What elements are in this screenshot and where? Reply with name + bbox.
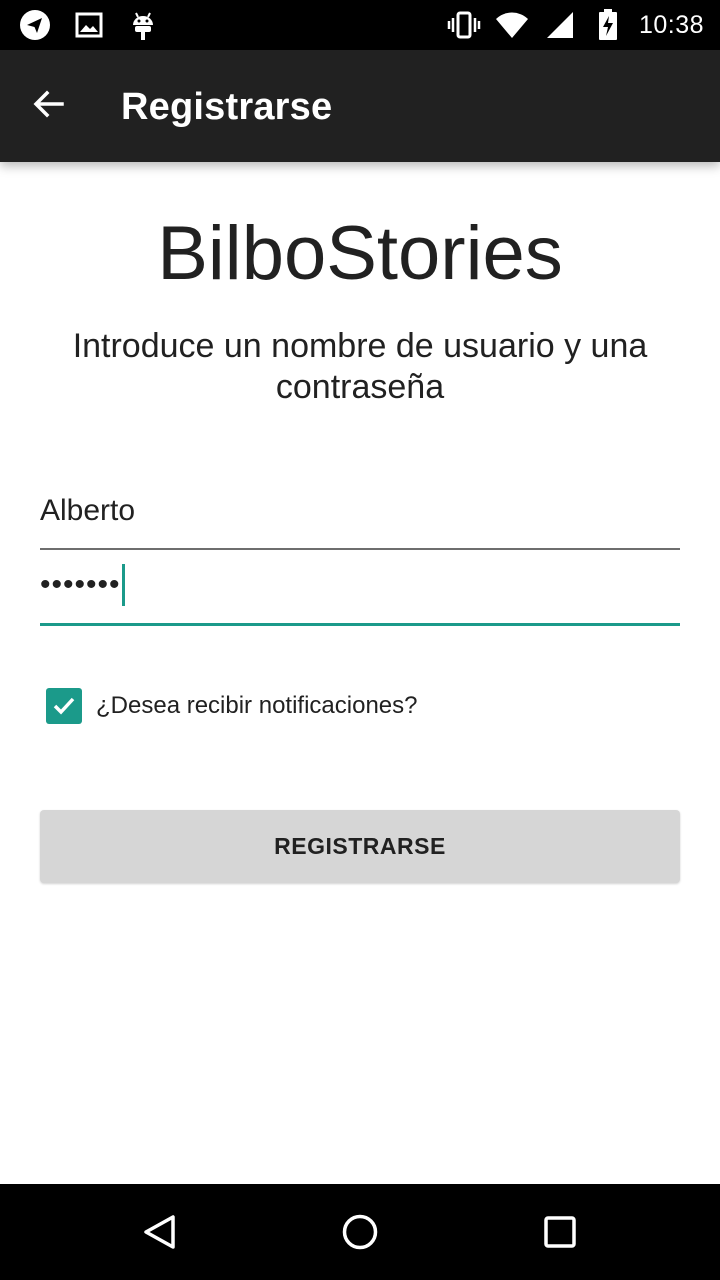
telegram-icon bbox=[18, 8, 52, 42]
nav-home-icon bbox=[342, 1214, 378, 1250]
notifications-label: ¿Desea recibir notificaciones? bbox=[96, 692, 418, 719]
password-value-wrap: ••••••• bbox=[40, 564, 125, 606]
nav-back-button[interactable] bbox=[136, 1208, 184, 1256]
status-time: 10:38 bbox=[638, 10, 704, 39]
wifi-icon bbox=[495, 8, 529, 42]
app-bar: Registrarse bbox=[0, 50, 720, 162]
battery-charging-icon bbox=[591, 8, 625, 42]
check-icon bbox=[53, 697, 75, 715]
username-value: Alberto bbox=[40, 494, 136, 527]
nav-recents-icon bbox=[544, 1216, 576, 1248]
image-icon bbox=[72, 8, 106, 42]
nav-back-icon bbox=[144, 1215, 175, 1249]
notifications-checkbox-row[interactable]: ¿Desea recibir notificaciones? bbox=[46, 688, 417, 724]
password-value: ••••••• bbox=[40, 568, 121, 601]
arrow-back-icon bbox=[30, 86, 66, 127]
vibrate-icon bbox=[447, 8, 481, 42]
app-bar-title: Registrarse bbox=[121, 86, 333, 128]
password-field[interactable]: ••••••• bbox=[40, 550, 680, 626]
brand-title: BilboStories bbox=[157, 211, 563, 296]
navigation-bar bbox=[0, 1184, 720, 1280]
back-button[interactable] bbox=[22, 80, 74, 132]
signal-icon bbox=[543, 8, 577, 42]
nav-recents-button[interactable] bbox=[536, 1208, 584, 1256]
status-bar: 10:38 bbox=[0, 0, 720, 50]
android-icon bbox=[126, 8, 160, 42]
nav-home-button[interactable] bbox=[336, 1208, 384, 1256]
username-field[interactable]: Alberto bbox=[40, 474, 680, 550]
register-button[interactable]: REGISTRARSE bbox=[40, 810, 680, 883]
instructions-text: Introduce un nombre de usuario y una con… bbox=[72, 327, 648, 406]
register-button-label: REGISTRARSE bbox=[274, 833, 446, 859]
text-cursor bbox=[121, 564, 125, 606]
notifications-checkbox[interactable] bbox=[46, 688, 82, 724]
